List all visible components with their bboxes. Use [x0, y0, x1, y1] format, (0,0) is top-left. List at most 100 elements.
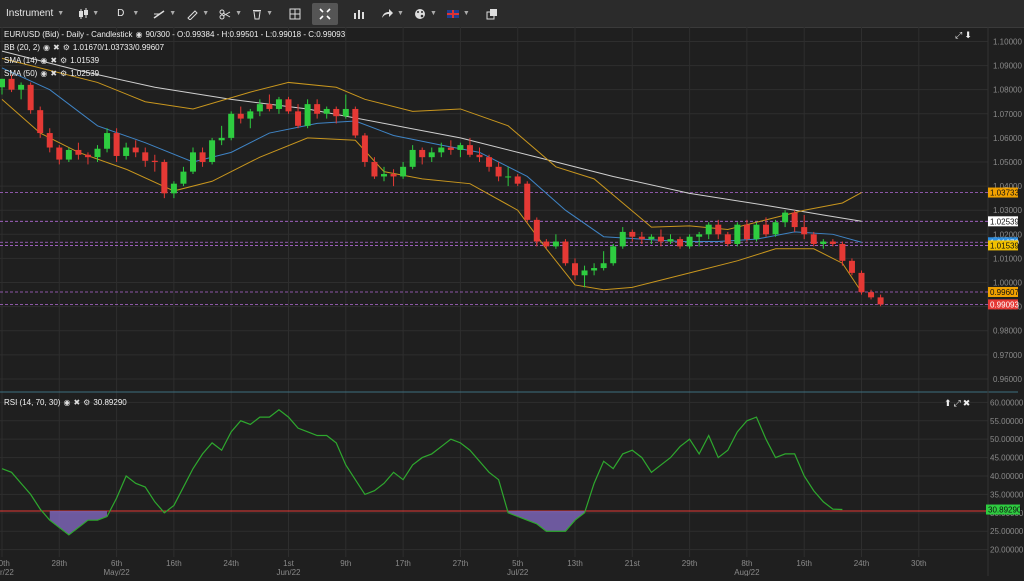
close-icon[interactable]: ✖ [50, 56, 57, 65]
chart-canvas[interactable]: 1.10000 1.09000 1.08000 1.07000 1.06000 1.050… [0, 27, 1024, 577]
candle-body [743, 224, 750, 240]
move-up-icon[interactable]: ⬆ [944, 398, 952, 409]
price-axis-tick-label: 0.97000 [993, 351, 1022, 360]
gear-icon[interactable]: ⚙ [60, 69, 67, 78]
draw-line-menu[interactable]: ▼ [148, 0, 181, 27]
instrument-menu[interactable]: Instrument ▼ [0, 0, 69, 27]
date-axis-tick-label: 29th [682, 559, 698, 568]
candle-body [75, 149, 82, 155]
bar-chart-icon [354, 9, 365, 19]
chevron-down-icon: ▼ [169, 10, 177, 17]
close-icon[interactable]: ✖ [50, 69, 57, 78]
candle-body [638, 236, 645, 240]
candle-body [524, 183, 531, 220]
candle-body [505, 176, 512, 178]
candle-body [600, 263, 607, 269]
layout-button[interactable] [284, 0, 306, 27]
expand-icon[interactable]: ⤢ [954, 398, 961, 409]
candle-body [218, 137, 225, 141]
candle-body [782, 212, 789, 223]
candle-body [333, 108, 340, 117]
chart-title-legend: EUR/USD (Bid) - Daily - Candlestick ◉ 90… [4, 30, 345, 39]
candle-body [237, 113, 244, 119]
rsi-axis-tick-label: 45.00000 [990, 454, 1024, 463]
timeframe-label: D [117, 8, 125, 19]
candle-body [170, 183, 177, 194]
popout-button[interactable] [481, 0, 503, 27]
eye-icon[interactable]: ◉ [63, 398, 70, 407]
candle-body [275, 99, 282, 109]
date-axis-tick-label: 5th [512, 559, 523, 568]
date-axis-month-label: Jun/22 [276, 568, 301, 576]
timeframe-menu[interactable]: D ▼ [112, 0, 144, 27]
eye-icon[interactable]: ◉ [40, 56, 47, 65]
candle-body [677, 239, 684, 247]
language-menu[interactable]: ▼ [442, 0, 475, 27]
close-icon[interactable]: ✖ [73, 398, 80, 407]
drawing-tools-menu[interactable]: ▼ [181, 0, 214, 27]
candle-body [8, 78, 15, 90]
chevron-down-icon: ▼ [132, 10, 140, 17]
candle-body [180, 171, 187, 184]
date-axis-tick-label: 24th [854, 559, 870, 568]
palette-icon [414, 8, 425, 19]
price-axis-tick-label: 1.07000 [993, 110, 1022, 119]
date-axis-tick-label: 6th [111, 559, 122, 568]
candle-body [696, 234, 703, 237]
expand-icon[interactable]: ⤢ [955, 30, 962, 41]
candle-body [858, 272, 865, 293]
date-axis-month-label: Aug/22 [734, 568, 760, 576]
theme-menu[interactable]: ▼ [409, 0, 442, 27]
candle-body [228, 113, 235, 138]
candle-body [18, 84, 25, 90]
candle-body [466, 145, 473, 155]
close-icon[interactable]: ✖ [53, 43, 60, 52]
eye-icon[interactable]: ◉ [40, 69, 47, 78]
eye-icon[interactable]: ◉ [43, 43, 50, 52]
indicator-value: 1.01539 [70, 56, 100, 65]
candle-body [810, 234, 817, 244]
candle-body [256, 104, 263, 112]
rsi-axis-tick-label: 40.00000 [990, 472, 1024, 481]
price-tag-label: 0.99607 [990, 288, 1019, 297]
price-tag-label: 1.01539 [990, 241, 1019, 250]
chevron-down-icon: ▼ [266, 10, 274, 17]
tools-menu[interactable]: ▼ [214, 0, 247, 27]
gear-icon[interactable]: ⚙ [83, 398, 90, 407]
price-axis-tick-label: 1.06000 [993, 134, 1022, 143]
gear-icon[interactable]: ⚙ [60, 56, 67, 65]
candle-body [820, 241, 827, 244]
candle-body [543, 241, 550, 247]
rsi-axis-tick-label: 55.00000 [990, 417, 1024, 426]
candle-body [763, 224, 769, 235]
date-axis-tick-label: 8th [741, 559, 752, 568]
indicators-button[interactable] [348, 0, 370, 27]
candle-body [342, 108, 349, 117]
candle-body [705, 224, 712, 235]
eye-icon[interactable]: ◉ [135, 30, 142, 39]
candle-body [381, 174, 387, 177]
uk-flag-icon [446, 9, 459, 18]
indicator-legend-bb: BB (20, 2) ◉ ✖ ⚙ 1.01670/1.03733/0.99607 [4, 43, 164, 52]
candle-body [314, 104, 321, 114]
move-down-icon[interactable]: ⬇ [964, 30, 972, 41]
share-menu[interactable]: ▼ [376, 0, 409, 27]
indicator-legend-sma50: SMA (50) ◉ ✖ ⚙ 1.02539 [4, 69, 99, 78]
crosshair-button[interactable] [312, 2, 339, 25]
candle-body [848, 260, 855, 273]
candle-body [715, 224, 722, 235]
candle-body [514, 176, 521, 184]
candle-body [610, 246, 617, 264]
chart-type-menu[interactable]: ▼ [73, 0, 104, 27]
gear-icon[interactable]: ⚙ [63, 43, 70, 52]
price-axis-tick-label: 1.03000 [993, 206, 1022, 215]
chart-area[interactable]: 1.10000 1.09000 1.08000 1.07000 1.06000 1.050… [0, 27, 1024, 577]
rsi-legend: RSI (14, 70, 30) ◉ ✖ ⚙ 30.89290 [4, 398, 127, 407]
close-panel-icon[interactable]: ✖ [963, 398, 971, 409]
candle-body [190, 152, 196, 172]
candle-body [199, 152, 206, 162]
delete-drawings-menu[interactable]: ▼ [247, 0, 278, 27]
candle-body [65, 149, 72, 160]
date-axis-tick-label: 21st [625, 559, 641, 568]
candle-body [295, 111, 302, 126]
